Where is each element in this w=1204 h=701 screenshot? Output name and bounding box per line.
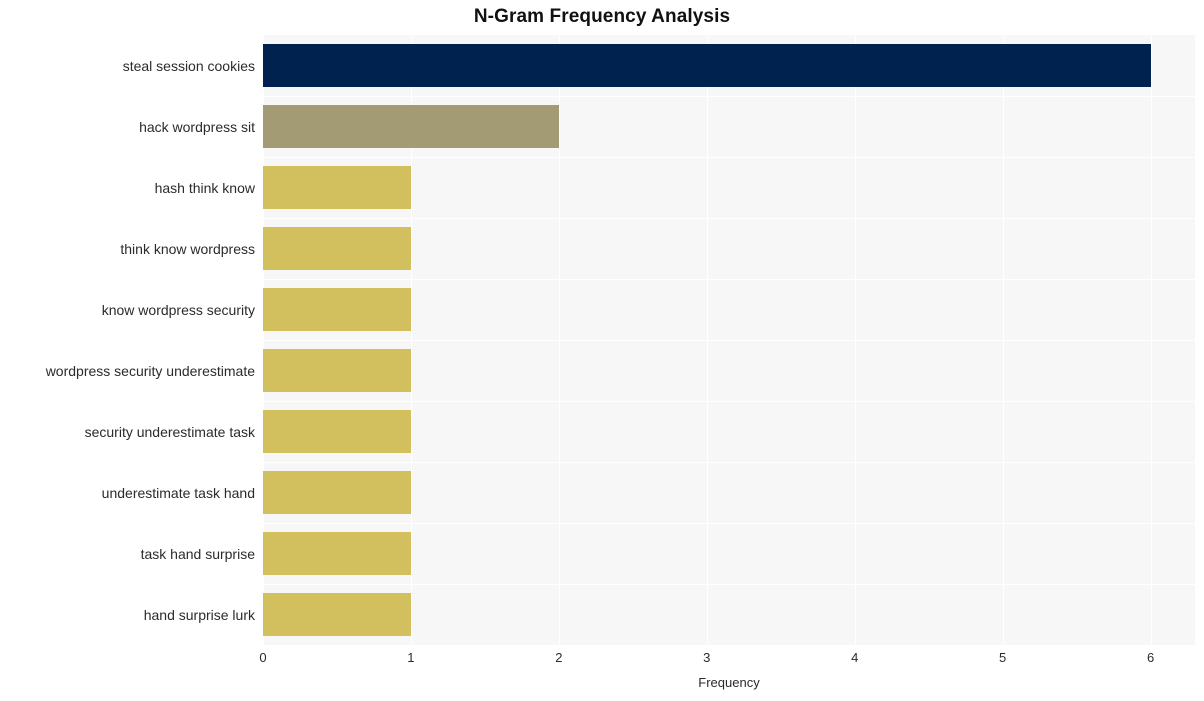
y-axis-tick-label: wordpress security underestimate [45, 362, 255, 379]
bar[interactable] [263, 105, 559, 148]
x-axis-tick-label: 1 [407, 650, 415, 665]
y-axis-tick-label: underestimate task hand [101, 484, 255, 501]
bar[interactable] [263, 532, 411, 575]
plot-area [263, 35, 1195, 645]
y-axis-tick-label: hand surprise lurk [143, 606, 255, 623]
y-axis-tick-label: security underestimate task [84, 423, 255, 440]
bar[interactable] [263, 44, 1151, 87]
x-axis-ticks: 0 1 2 3 4 5 6 [0, 650, 1204, 672]
x-axis-tick-label: 0 [259, 650, 267, 665]
bar[interactable] [263, 166, 411, 209]
y-gridline [263, 157, 1195, 159]
bar[interactable] [263, 410, 411, 453]
y-axis-tick-label: hash think know [154, 179, 255, 196]
y-gridline [263, 96, 1195, 98]
y-gridline [263, 279, 1195, 281]
y-axis-tick-label: hack wordpress sit [139, 118, 255, 135]
y-axis-tick-label: think know wordpress [120, 240, 255, 257]
bar[interactable] [263, 227, 411, 270]
y-gridline [263, 218, 1195, 220]
y-gridline [263, 523, 1195, 525]
x-axis-tick-label: 5 [999, 650, 1007, 665]
bar[interactable] [263, 349, 411, 392]
y-axis-tick-label: task hand surprise [140, 545, 255, 562]
x-axis-title: Frequency [698, 675, 760, 690]
x-axis-tick-label: 4 [851, 650, 859, 665]
chart-title: N-Gram Frequency Analysis [473, 6, 731, 27]
bar[interactable] [263, 288, 411, 331]
bar[interactable] [263, 593, 411, 636]
x-axis-tick-label: 2 [555, 650, 563, 665]
x-axis-tick-label: 3 [703, 650, 711, 665]
y-axis-tick-label: steal session cookies [122, 57, 255, 74]
chart-figure: N-Gram Frequency Analysis steal session … [0, 0, 1204, 701]
y-gridline [263, 401, 1195, 403]
y-axis-tick-label: know wordpress security [101, 301, 255, 318]
bar[interactable] [263, 471, 411, 514]
y-axis-labels: steal session cookies hack wordpress sit h… [0, 35, 255, 645]
x-axis-tick-label: 6 [1146, 650, 1155, 665]
y-gridline [263, 584, 1195, 586]
y-gridline [263, 340, 1195, 342]
y-gridline [263, 462, 1195, 464]
